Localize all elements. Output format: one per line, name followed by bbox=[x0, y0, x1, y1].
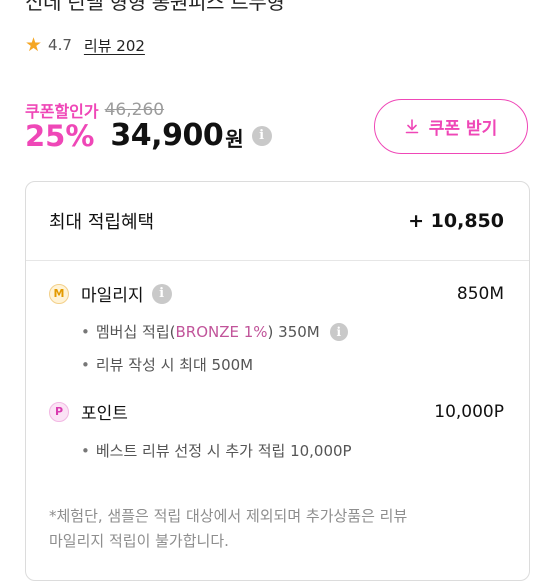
price-row: 25% 34,900 원 i bbox=[25, 118, 272, 153]
point-label: 포인트 bbox=[81, 404, 128, 424]
review-count-link[interactable]: 리뷰 202 bbox=[84, 35, 145, 56]
point-row: P 포인트 10,000P bbox=[49, 399, 504, 424]
currency-unit: 원 bbox=[225, 127, 244, 151]
star-icon: ★ bbox=[25, 33, 43, 56]
benefit-card: 최대 적립혜택 + 10,850 M 마일리지 i 850M • 멤버십 적립(… bbox=[25, 181, 530, 581]
review-mileage-item: • 리뷰 작성 시 최대 500M bbox=[81, 355, 254, 375]
accrual-notice: *체험단, 샘플은 적립 대상에서 제외되며 추가상품은 리뷰 마일리지 적립이… bbox=[49, 504, 499, 554]
discount-rate: 25% bbox=[25, 118, 95, 153]
membership-accrual-item: • 멤버십 적립( BRONZE 1% ) 350M i bbox=[81, 321, 348, 342]
accrual-notice-line-2: 마일리지 적립이 불가합니다. bbox=[49, 532, 229, 550]
mileage-label: 마일리지 bbox=[81, 286, 144, 306]
membership-suffix: ) 350M bbox=[267, 322, 320, 341]
membership-prefix: 멤버십 적립( bbox=[95, 323, 176, 341]
benefit-header: 최대 적립혜택 + 10,850 bbox=[26, 182, 529, 261]
point-value: 10,000P bbox=[434, 401, 504, 422]
accrual-notice-line-1: *체험단, 샘플은 적립 대상에서 제외되며 추가상품은 리뷰 bbox=[49, 507, 408, 525]
rating-row: ★ 4.7 리뷰 202 bbox=[25, 34, 145, 56]
mileage-badge-icon: M bbox=[49, 283, 69, 304]
mileage-row: M 마일리지 i 850M bbox=[49, 281, 504, 306]
coupon-button-label: 쿠폰 받기 bbox=[428, 119, 498, 139]
coupon-download-button[interactable]: 쿠폰 받기 bbox=[374, 99, 528, 154]
rating-score: 4.7 bbox=[48, 36, 72, 54]
original-price: 46,260 bbox=[104, 100, 165, 120]
best-review-point-item: • 베스트 리뷰 선정 시 추가 적립 10,000P bbox=[81, 441, 352, 461]
download-icon bbox=[405, 119, 419, 134]
price-info-icon[interactable]: i bbox=[251, 125, 272, 146]
sale-price: 34,900 bbox=[110, 118, 224, 153]
mileage-info-icon[interactable]: i bbox=[151, 283, 172, 304]
benefit-header-label: 최대 적립혜택 bbox=[49, 212, 155, 233]
membership-info-icon[interactable]: i bbox=[329, 322, 348, 341]
benefit-total-value: + 10,850 bbox=[408, 210, 504, 232]
product-title: 신데 린넬 형형 롱원피스 트무형 bbox=[25, 0, 285, 14]
mileage-value: 850M bbox=[456, 283, 504, 304]
best-review-point-text: 베스트 리뷰 선정 시 추가 적립 10,000P bbox=[95, 442, 352, 460]
membership-tier: BRONZE 1% bbox=[175, 322, 268, 341]
review-mileage-text: 리뷰 작성 시 최대 500M bbox=[95, 356, 254, 374]
point-badge-icon: P bbox=[49, 401, 69, 422]
